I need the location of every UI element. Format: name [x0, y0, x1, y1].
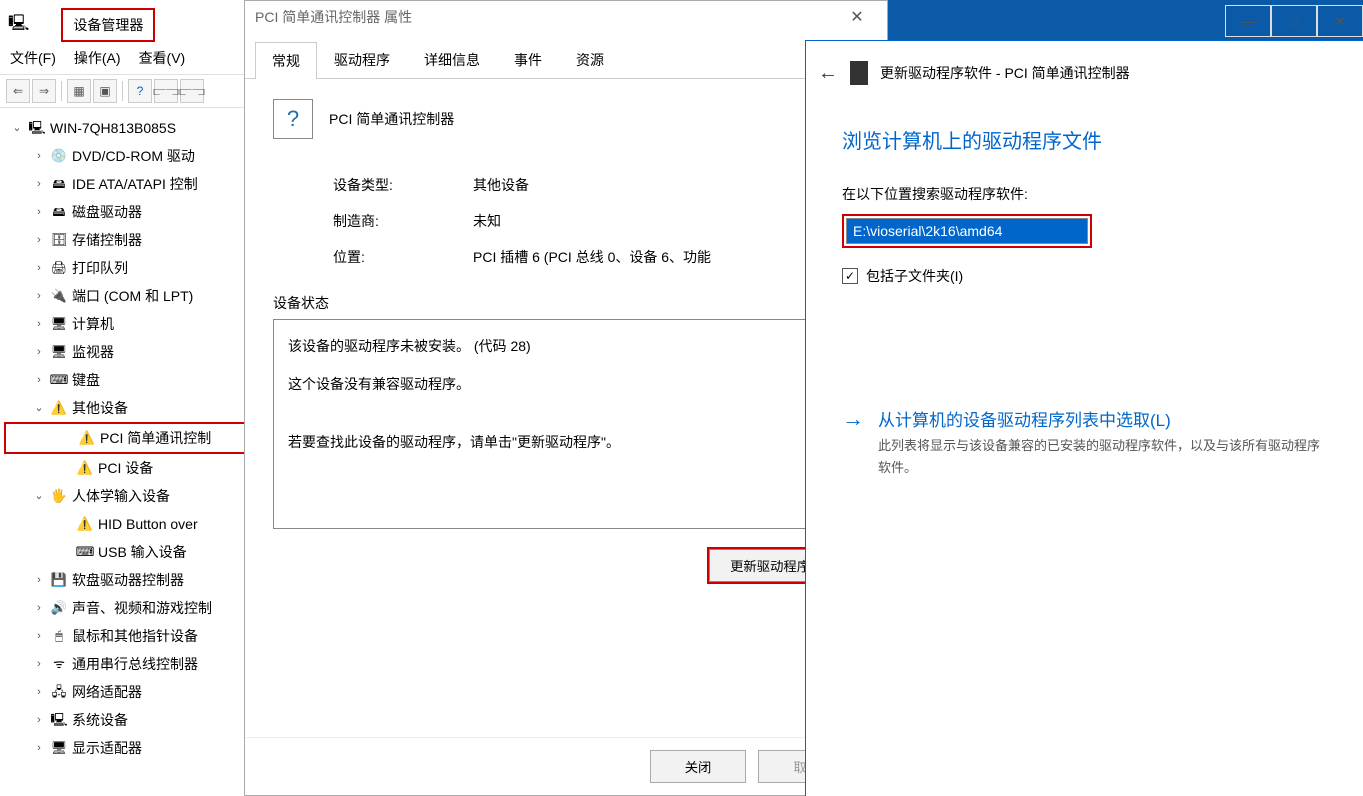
back-icon[interactable]: ←	[818, 62, 838, 85]
tab-details[interactable]: 详细信息	[407, 41, 497, 78]
device-icon: 🗄	[50, 231, 68, 249]
tree-node[interactable]: ›🖱鼠标和其他指针设备	[4, 622, 259, 650]
device-icon: 🖴	[50, 203, 68, 221]
tree-node[interactable]: ›🖳系统设备	[4, 706, 259, 734]
window-title: 设备管理器	[61, 8, 155, 42]
device-icon: 🖱	[50, 627, 68, 645]
close-icon[interactable]: ✕	[837, 7, 877, 27]
device-icon: ⚠️	[76, 459, 94, 477]
toolbar-btn[interactable]: ⫍⫎	[154, 79, 178, 103]
device-icon: 🖥	[50, 739, 68, 757]
update-driver-wizard: — □ ✕ ← 更新驱动程序软件 - PCI 简单通讯控制器 浏览计算机上的驱动…	[805, 40, 1363, 796]
label-manufacturer: 制造商:	[333, 211, 473, 231]
tree-root[interactable]: ⌄🖳 WIN-7QH813B085S	[4, 114, 259, 142]
menu-view[interactable]: 查看(V)	[139, 48, 186, 68]
device-icon: 💿	[50, 147, 68, 165]
label-device-type: 设备类型:	[333, 175, 473, 195]
forward-icon[interactable]: ⇒	[32, 79, 56, 103]
device-status-text: 该设备的驱动程序未被安装。 (代码 28) 这个设备没有兼容驱动程序。 若要查找…	[273, 319, 859, 529]
tree-node[interactable]: ›ᯤ通用串行总线控制器	[4, 650, 259, 678]
back-icon[interactable]: ⇐	[6, 79, 30, 103]
label-location: 位置:	[333, 247, 473, 267]
tree-node[interactable]: ⚠️PCI 设备	[4, 454, 259, 482]
toolbar: ⇐ ⇒ ▦ ▣ ? ⫍⫎ ⫍⫎	[0, 75, 259, 108]
maximize-icon[interactable]: □	[1271, 5, 1317, 37]
value-device-type: 其他设备	[473, 175, 529, 195]
tab-resources[interactable]: 资源	[559, 41, 621, 78]
tree-node-other-devices[interactable]: ⌄⚠️ 其他设备	[4, 394, 259, 422]
help-icon[interactable]: ?	[128, 79, 152, 103]
driver-path-input[interactable]: E:\vioserial\2k16\amd64	[846, 218, 1088, 244]
tab-general[interactable]: 常规	[255, 42, 317, 79]
warning-icon: ⚠️	[50, 399, 68, 417]
value-location: PCI 插槽 6 (PCI 总线 0、设备 6、功能	[473, 247, 711, 267]
arrow-right-icon: →	[842, 406, 864, 479]
device-manager-window: 🖳 设备管理器 文件(F) 操作(A) 查看(V) ⇐ ⇒ ▦ ▣ ? ⫍⫎ ⫍…	[0, 0, 260, 796]
tree-node[interactable]: ›🖥显示适配器	[4, 734, 259, 762]
device-icon: ?	[273, 99, 313, 139]
label-search-location: 在以下位置搜索驱动程序软件:	[842, 184, 1327, 204]
option-title: 从计算机的设备驱动程序列表中选取(L)	[878, 406, 1327, 431]
menu-action[interactable]: 操作(A)	[74, 48, 121, 68]
label-device-status: 设备状态	[273, 293, 859, 313]
value-manufacturer: 未知	[473, 211, 501, 231]
device-icon	[850, 61, 868, 85]
device-name: PCI 简单通讯控制器	[329, 109, 454, 129]
tree-node[interactable]: ›💾软盘驱动器控制器	[4, 566, 259, 594]
tree-node[interactable]: ›🔊声音、视频和游戏控制	[4, 594, 259, 622]
device-icon: ⌨	[76, 543, 94, 561]
wizard-title: 更新驱动程序软件 - PCI 简单通讯控制器	[880, 63, 1130, 83]
include-subfolders-checkbox[interactable]: ✓	[842, 268, 858, 284]
menu-file[interactable]: 文件(F)	[10, 48, 56, 68]
device-icon: 🖥	[50, 315, 68, 333]
tree-root-label: WIN-7QH813B085S	[50, 116, 176, 140]
tree-node[interactable]: ›💿DVD/CD-ROM 驱动	[4, 142, 259, 170]
tree-node[interactable]: ›🖥计算机	[4, 310, 259, 338]
tree-node[interactable]: ›🖴IDE ATA/ATAPI 控制	[4, 170, 259, 198]
toolbar-btn[interactable]: ▣	[93, 79, 117, 103]
tree-node[interactable]: ›⌨键盘	[4, 366, 259, 394]
wizard-heading: 浏览计算机上的驱动程序文件	[842, 125, 1327, 154]
tree-node[interactable]: ⚠️HID Button over	[4, 510, 259, 538]
device-icon: ⚠️	[78, 429, 96, 447]
device-icon: 💾	[50, 571, 68, 589]
pick-from-list-option[interactable]: → 从计算机的设备驱动程序列表中选取(L) 此列表将显示与该设备兼容的已安装的驱…	[842, 406, 1327, 479]
toolbar-btn[interactable]: ▦	[67, 79, 91, 103]
tree-node[interactable]: ›🔌端口 (COM 和 LPT)	[4, 282, 259, 310]
tab-driver[interactable]: 驱动程序	[317, 41, 407, 78]
device-icon: 🖧	[50, 683, 68, 701]
toolbar-btn[interactable]: ⫍⫎	[180, 79, 204, 103]
tab-events[interactable]: 事件	[497, 41, 559, 78]
tree-node[interactable]: ⌨USB 输入设备	[4, 538, 259, 566]
menubar: 文件(F) 操作(A) 查看(V)	[0, 42, 259, 75]
device-icon: 🔊	[50, 599, 68, 617]
close-icon[interactable]: ✕	[1317, 5, 1363, 37]
option-desc: 此列表将显示与该设备兼容的已安装的驱动程序软件，以及与该所有驱动程序软件。	[878, 435, 1327, 479]
device-icon: ⌨	[50, 371, 68, 389]
device-icon: ᯤ	[50, 655, 68, 673]
tree-node[interactable]: ›🗄存储控制器	[4, 226, 259, 254]
minimize-icon[interactable]: —	[1225, 5, 1271, 37]
close-button[interactable]: 关闭	[650, 750, 747, 783]
device-icon: ⚠️	[76, 515, 94, 533]
device-icon: 🖨	[50, 259, 68, 277]
tree-node[interactable]: ›🖥监视器	[4, 338, 259, 366]
device-icon: 🖴	[50, 175, 68, 193]
device-icon: 🖥	[50, 343, 68, 361]
device-properties-dialog: PCI 简单通讯控制器 属性 ✕ 常规 驱动程序 详细信息 事件 资源 ? PC…	[244, 0, 888, 796]
tab-bar: 常规 驱动程序 详细信息 事件 资源	[245, 41, 887, 79]
app-icon: 🖳	[8, 12, 29, 39]
tree-node-hid[interactable]: ⌄🖐 人体学输入设备	[4, 482, 259, 510]
tree-node[interactable]: ›🖨打印队列	[4, 254, 259, 282]
tree-node[interactable]: ›🖧网络适配器	[4, 678, 259, 706]
device-icon: 🔌	[50, 287, 68, 305]
device-icon: 🖳	[50, 711, 68, 729]
device-tree: ⌄🖳 WIN-7QH813B085S ›💿DVD/CD-ROM 驱动›🖴IDE …	[0, 108, 259, 768]
tree-node[interactable]: ›🖴磁盘驱动器	[4, 198, 259, 226]
tree-node[interactable]: ⚠️PCI 简单通讯控制	[4, 422, 259, 454]
label-include-subfolders: 包括子文件夹(I)	[866, 266, 963, 286]
dialog-title: PCI 简单通讯控制器 属性	[255, 7, 412, 27]
